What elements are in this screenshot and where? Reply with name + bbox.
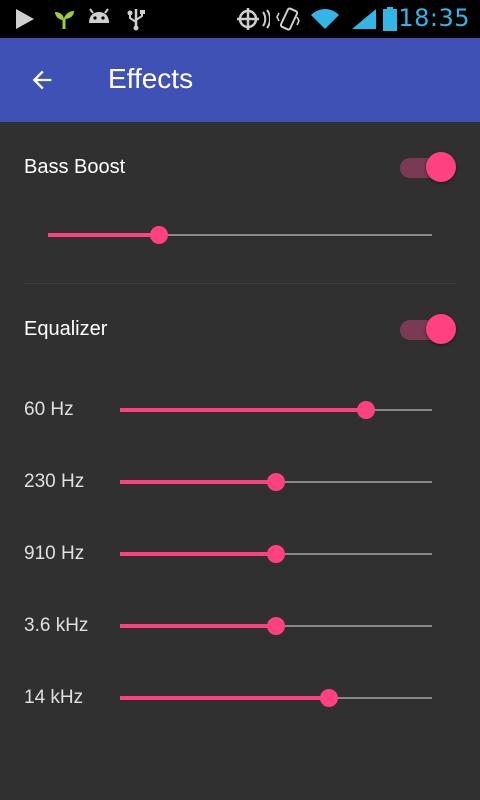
status-time: 18:35 (398, 4, 470, 32)
slider-thumb[interactable] (267, 473, 285, 491)
switch-thumb (426, 152, 456, 182)
slider-fill (120, 480, 276, 484)
eq-band-label: 14 kHz (24, 687, 84, 708)
section-divider (24, 283, 456, 284)
slider-thumb[interactable] (267, 545, 285, 563)
sync-icon (237, 8, 270, 30)
slider-fill (120, 552, 276, 556)
status-bar: 18:35 (0, 0, 480, 38)
eq-band-label: 60 Hz (24, 399, 74, 420)
eq-band-label: 910 Hz (24, 543, 85, 564)
slider-thumb[interactable] (267, 617, 285, 635)
equalizer-switch[interactable] (400, 313, 460, 345)
slider-thumb[interactable] (150, 226, 168, 244)
vibrate-icon (276, 7, 300, 31)
eq-band-slider-14khz[interactable] (120, 686, 432, 710)
plant-icon (55, 11, 74, 29)
android-icon (89, 8, 109, 23)
usb-icon (127, 9, 145, 31)
slider-fill (48, 233, 159, 237)
app-toolbar: Effects (0, 38, 480, 122)
equalizer-label: Equalizer (24, 318, 108, 340)
play-icon (16, 9, 34, 29)
bass-boost-label: Bass Boost (24, 156, 126, 178)
signal-icon (352, 9, 376, 29)
eq-band-slider-3-6khz[interactable] (120, 614, 432, 638)
slider-thumb[interactable] (320, 689, 338, 707)
arrow-back-icon (32, 70, 52, 90)
eq-band-label: 230 Hz (24, 471, 85, 492)
slider-fill (120, 408, 366, 412)
slider-fill (120, 696, 329, 700)
slider-thumb[interactable] (357, 401, 375, 419)
bass-boost-switch[interactable] (400, 151, 460, 183)
eq-band-slider-230hz[interactable] (120, 470, 432, 494)
eq-band-label: 3.6 kHz (24, 615, 89, 636)
eq-band-slider-910hz[interactable] (120, 542, 432, 566)
back-button[interactable] (20, 58, 64, 102)
page-title: Effects (108, 63, 194, 94)
bass-boost-slider[interactable] (48, 223, 432, 247)
slider-fill (120, 624, 276, 628)
eq-band-slider-60hz[interactable] (120, 398, 432, 422)
switch-thumb (426, 314, 456, 344)
battery-icon (383, 7, 397, 31)
wifi-icon (311, 9, 339, 29)
